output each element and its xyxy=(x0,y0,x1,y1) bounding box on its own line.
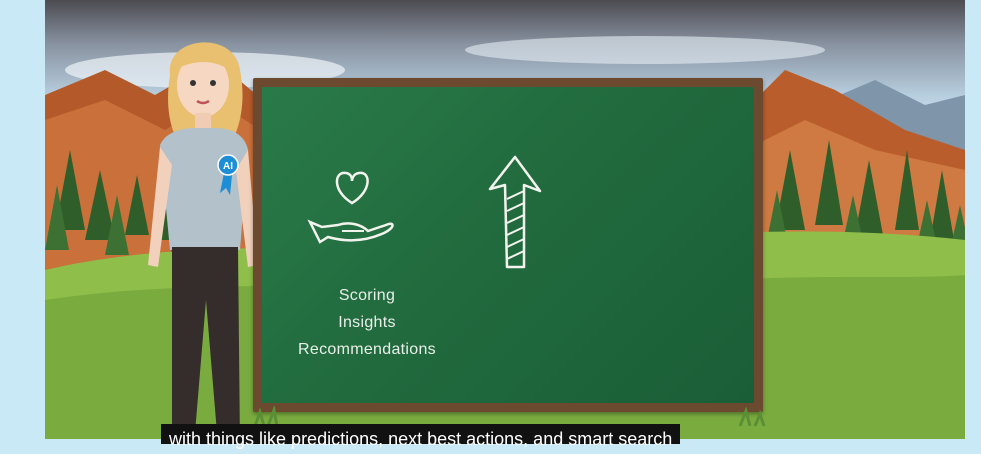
svg-text:AI: AI xyxy=(223,161,233,172)
feature-list: Scoring Insights Recommendations xyxy=(272,282,462,363)
grass-tufts xyxy=(253,406,766,426)
list-item-recommendations: Recommendations xyxy=(298,341,436,358)
chalkboard-surface: Scoring Insights Recommendations xyxy=(262,87,754,403)
list-item-scoring: Scoring xyxy=(338,287,396,304)
video-frame[interactable]: AI Scoring Insights Recommendations xyxy=(45,0,965,439)
up-arrow-icon xyxy=(488,155,542,269)
video-caption: with things like predictions, next best … xyxy=(161,424,681,449)
right-page-margin xyxy=(965,0,981,439)
chalkboard: Scoring Insights Recommendations xyxy=(253,78,763,412)
list-item-insights: Insights xyxy=(338,314,396,331)
left-page-margin xyxy=(0,0,45,439)
heart-in-hand-icon xyxy=(307,171,394,244)
